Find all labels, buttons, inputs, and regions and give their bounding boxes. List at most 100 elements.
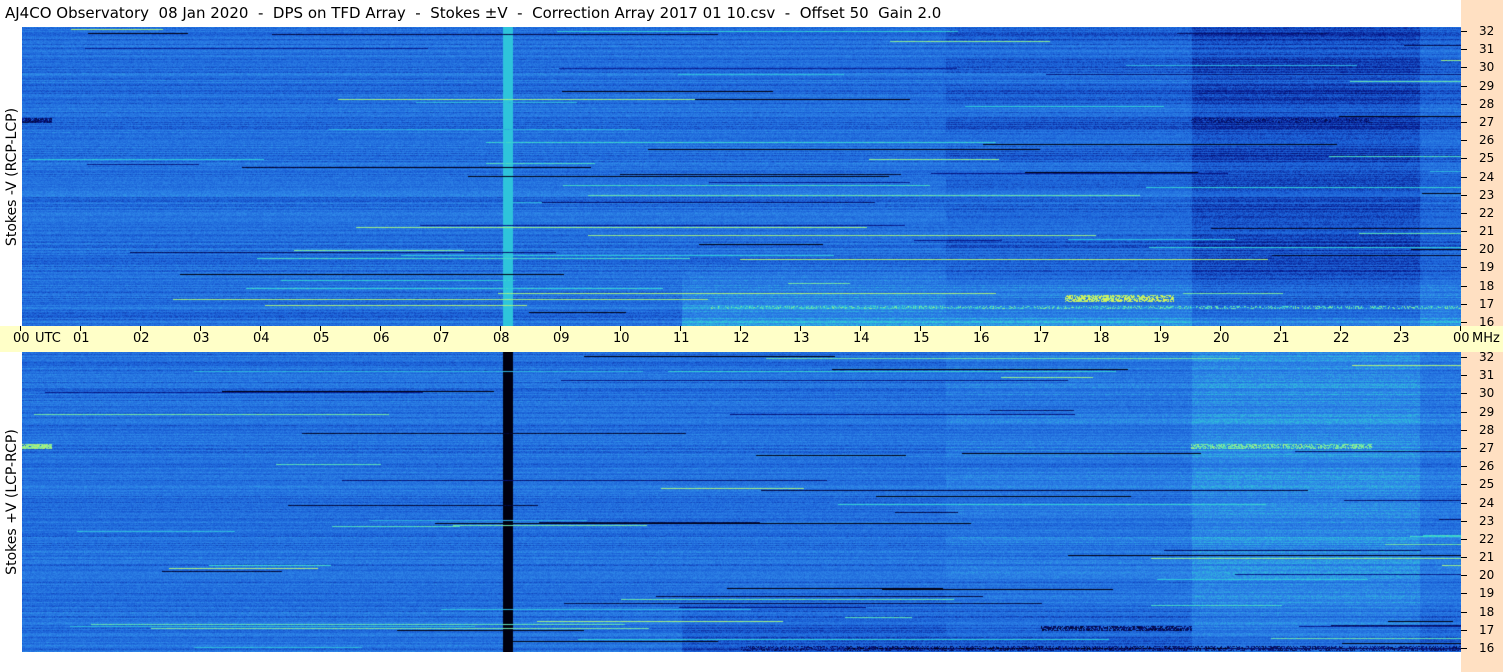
mhz-tick <box>1461 158 1467 159</box>
mhz-tick-label: 21 <box>1479 550 1495 564</box>
mhz-tick-label: 22 <box>1479 206 1495 220</box>
mhz-tick <box>1461 322 1467 323</box>
utc-tick-label: 07 <box>433 331 450 346</box>
mhz-tick <box>1461 448 1467 449</box>
mhz-tick-label: 23 <box>1479 188 1495 202</box>
mhz-tick-label: 19 <box>1479 586 1495 600</box>
utc-tick-label: 19 <box>1153 331 1170 346</box>
mhz-tick <box>1461 249 1467 250</box>
utc-tick-label: 00 <box>13 331 30 346</box>
mhz-tick <box>1461 521 1467 522</box>
bottom-panel-ylabel: Stokes +V (LCP-RCP) <box>4 429 20 575</box>
utc-tick-label: 16 <box>973 331 990 346</box>
mhz-tick <box>1461 286 1467 287</box>
utc-tick-label: 13 <box>793 331 810 346</box>
mhz-tick-label: 25 <box>1479 151 1495 165</box>
mhz-tick <box>1461 195 1467 196</box>
mhz-tick-label: 19 <box>1479 260 1495 274</box>
mhz-tick-label: 25 <box>1479 477 1495 491</box>
utc-tick-label: 01 <box>73 331 90 346</box>
mhz-tick-label: 28 <box>1479 97 1495 111</box>
utc-time-axis: 00 01 02 03 04 05 06 07 08 09 10 11 12 13 14 15 16 17 18 19… <box>0 326 1503 352</box>
top-spectrogram-canvas <box>22 27 1461 326</box>
mhz-tick-label: 30 <box>1479 60 1495 74</box>
mhz-tick-label: 26 <box>1479 133 1495 147</box>
mhz-tick <box>1461 357 1467 358</box>
top-spectrogram <box>22 27 1461 326</box>
top-panel-ylabel: Stokes -V (RCP-LCP) <box>4 107 20 247</box>
mhz-tick <box>1461 648 1467 649</box>
utc-tick-label: 04 <box>253 331 270 346</box>
mhz-tick <box>1461 67 1467 68</box>
mhz-tick-label: 31 <box>1479 368 1495 382</box>
mhz-tick-label: 26 <box>1479 459 1495 473</box>
mhz-tick-label: 20 <box>1479 568 1495 582</box>
corner-strip <box>1461 0 1503 26</box>
axis-tail-strip <box>1461 652 1503 672</box>
mhz-tick-label: 23 <box>1479 514 1495 528</box>
mhz-tick-label: 22 <box>1479 532 1495 546</box>
mhz-tick <box>1461 177 1467 178</box>
mhz-tick <box>1461 375 1467 376</box>
mhz-tick-label: 21 <box>1479 224 1495 238</box>
utc-tick-label: 14 <box>853 331 870 346</box>
utc-tick-label: 21 <box>1273 331 1290 346</box>
bottom-spectrogram-canvas <box>22 352 1461 652</box>
mhz-tick-label: 27 <box>1479 441 1495 455</box>
utc-tick-label: 08 <box>493 331 510 346</box>
utc-tick-label: 12 <box>733 331 750 346</box>
mhz-tick <box>1461 140 1467 141</box>
mhz-tick <box>1461 267 1467 268</box>
mhz-tick-label: 28 <box>1479 423 1495 437</box>
mhz-tick <box>1461 630 1467 631</box>
mhz-tick <box>1461 393 1467 394</box>
mhz-tick-label: 24 <box>1479 496 1495 510</box>
utc-tick-label: 03 <box>193 331 210 346</box>
top-frequency-axis: 32 31 30 29 28 27 26 25 24 23 22 21 20 19 18 17 16 <box>1461 24 1503 328</box>
mhz-tick <box>1461 484 1467 485</box>
mhz-tick-label: 31 <box>1479 42 1495 56</box>
mhz-tick-label: 20 <box>1479 242 1495 256</box>
utc-tick-label: 00 <box>1453 331 1470 346</box>
mhz-tick <box>1461 304 1467 305</box>
utc-tick-label: 15 <box>913 331 930 346</box>
mhz-tick-label: 24 <box>1479 170 1495 184</box>
mhz-tick <box>1461 539 1467 540</box>
mhz-tick-label: 32 <box>1479 350 1495 364</box>
utc-tick-label: 18 <box>1093 331 1110 346</box>
mhz-tick <box>1461 31 1467 32</box>
mhz-tick <box>1461 593 1467 594</box>
mhz-tick <box>1461 466 1467 467</box>
mhz-tick <box>1461 213 1467 214</box>
utc-tick-label: 05 <box>313 331 330 346</box>
chart-title: AJ4CO Observatory 08 Jan 2020 - DPS on T… <box>0 0 1461 26</box>
mhz-tick <box>1461 49 1467 50</box>
mhz-tick <box>1461 86 1467 87</box>
utc-tick-label: 06 <box>373 331 390 346</box>
utc-unit-label: UTC <box>35 331 61 346</box>
mhz-tick <box>1461 231 1467 232</box>
utc-tick-label: 09 <box>553 331 570 346</box>
mhz-unit-label: MHz <box>1472 331 1500 346</box>
utc-tick-label: 20 <box>1213 331 1230 346</box>
mhz-tick-label: 17 <box>1479 297 1495 311</box>
bottom-spectrogram <box>22 352 1461 652</box>
mhz-tick-label: 29 <box>1479 405 1495 419</box>
utc-tick-label: 10 <box>613 331 630 346</box>
mhz-tick-label: 27 <box>1479 115 1495 129</box>
mhz-tick <box>1461 503 1467 504</box>
mhz-tick-label: 18 <box>1479 605 1495 619</box>
mhz-tick <box>1461 104 1467 105</box>
mhz-tick <box>1461 612 1467 613</box>
mhz-tick-label: 18 <box>1479 279 1495 293</box>
utc-tick-label: 22 <box>1333 331 1350 346</box>
mhz-tick <box>1461 412 1467 413</box>
utc-tick-label: 23 <box>1393 331 1410 346</box>
mhz-tick <box>1461 575 1467 576</box>
mhz-tick-label: 32 <box>1479 24 1495 38</box>
mhz-tick-label: 30 <box>1479 386 1495 400</box>
mhz-tick-label: 17 <box>1479 623 1495 637</box>
mhz-tick <box>1461 122 1467 123</box>
mhz-tick <box>1461 430 1467 431</box>
bottom-frequency-axis: 32 31 30 29 28 27 26 25 24 23 22 21 20 19 18 17 16 <box>1461 350 1503 654</box>
